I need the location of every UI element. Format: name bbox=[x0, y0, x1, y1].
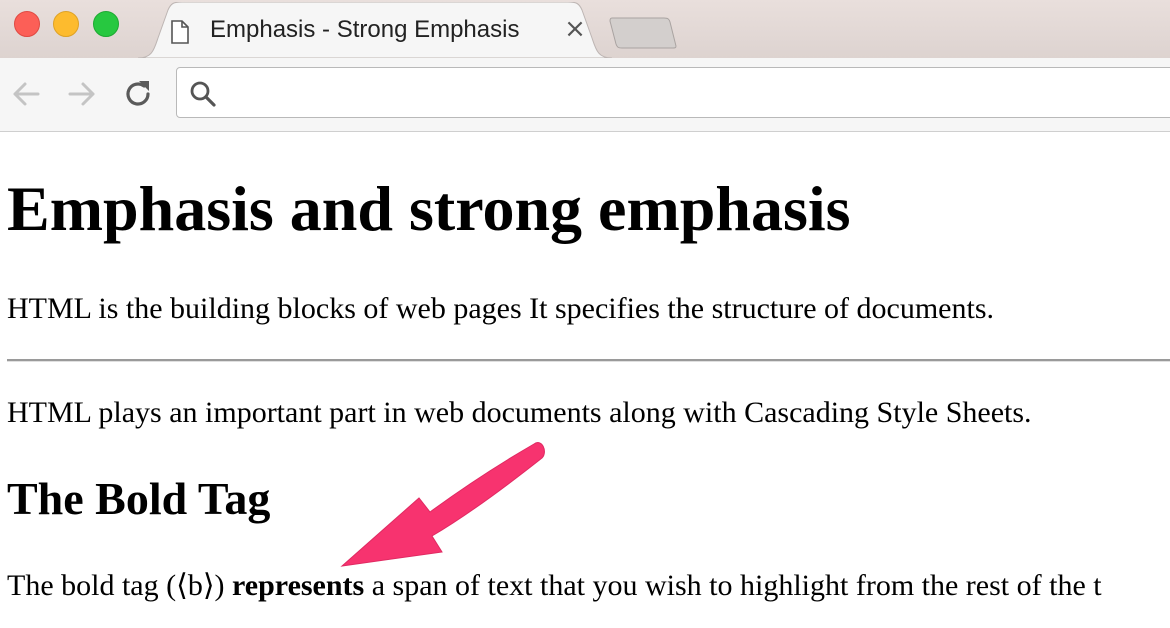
address-bar[interactable] bbox=[176, 67, 1170, 118]
bold-paragraph-start: The bold tag (⟨b⟩) bbox=[7, 569, 233, 602]
title-bar: Emphasis - Strong Emphasis × bbox=[0, 0, 1170, 58]
maximize-window-button[interactable] bbox=[93, 11, 119, 37]
tab-title: Emphasis - Strong Emphasis bbox=[210, 16, 520, 43]
document-icon bbox=[170, 20, 190, 49]
browser-toolbar bbox=[0, 58, 1170, 132]
page-heading: Emphasis and strong emphasis bbox=[7, 173, 851, 244]
minimize-window-button[interactable] bbox=[53, 11, 79, 37]
css-paragraph: HTML plays an important part in web docu… bbox=[7, 396, 1032, 429]
horizontal-rule bbox=[7, 359, 1170, 362]
back-arrow-icon[interactable] bbox=[8, 76, 44, 112]
bold-tag-heading: The Bold Tag bbox=[7, 473, 271, 524]
reload-icon[interactable] bbox=[120, 76, 156, 112]
page-content: Emphasis and strong emphasis HTML is the… bbox=[0, 132, 1170, 628]
forward-arrow-icon[interactable] bbox=[64, 76, 100, 112]
close-window-button[interactable] bbox=[14, 11, 40, 37]
new-tab-icon[interactable] bbox=[608, 16, 678, 55]
address-input[interactable] bbox=[229, 76, 1133, 110]
search-icon bbox=[189, 80, 217, 113]
active-tab[interactable]: Emphasis - Strong Emphasis × bbox=[138, 2, 612, 58]
intro-paragraph: HTML is the building blocks of web pages… bbox=[7, 292, 994, 325]
pink-arrow-icon bbox=[320, 430, 550, 585]
tab-close-icon[interactable]: × bbox=[562, 14, 588, 44]
bold-tag-paragraph: The bold tag (⟨b⟩) represents a span of … bbox=[7, 568, 1102, 603]
